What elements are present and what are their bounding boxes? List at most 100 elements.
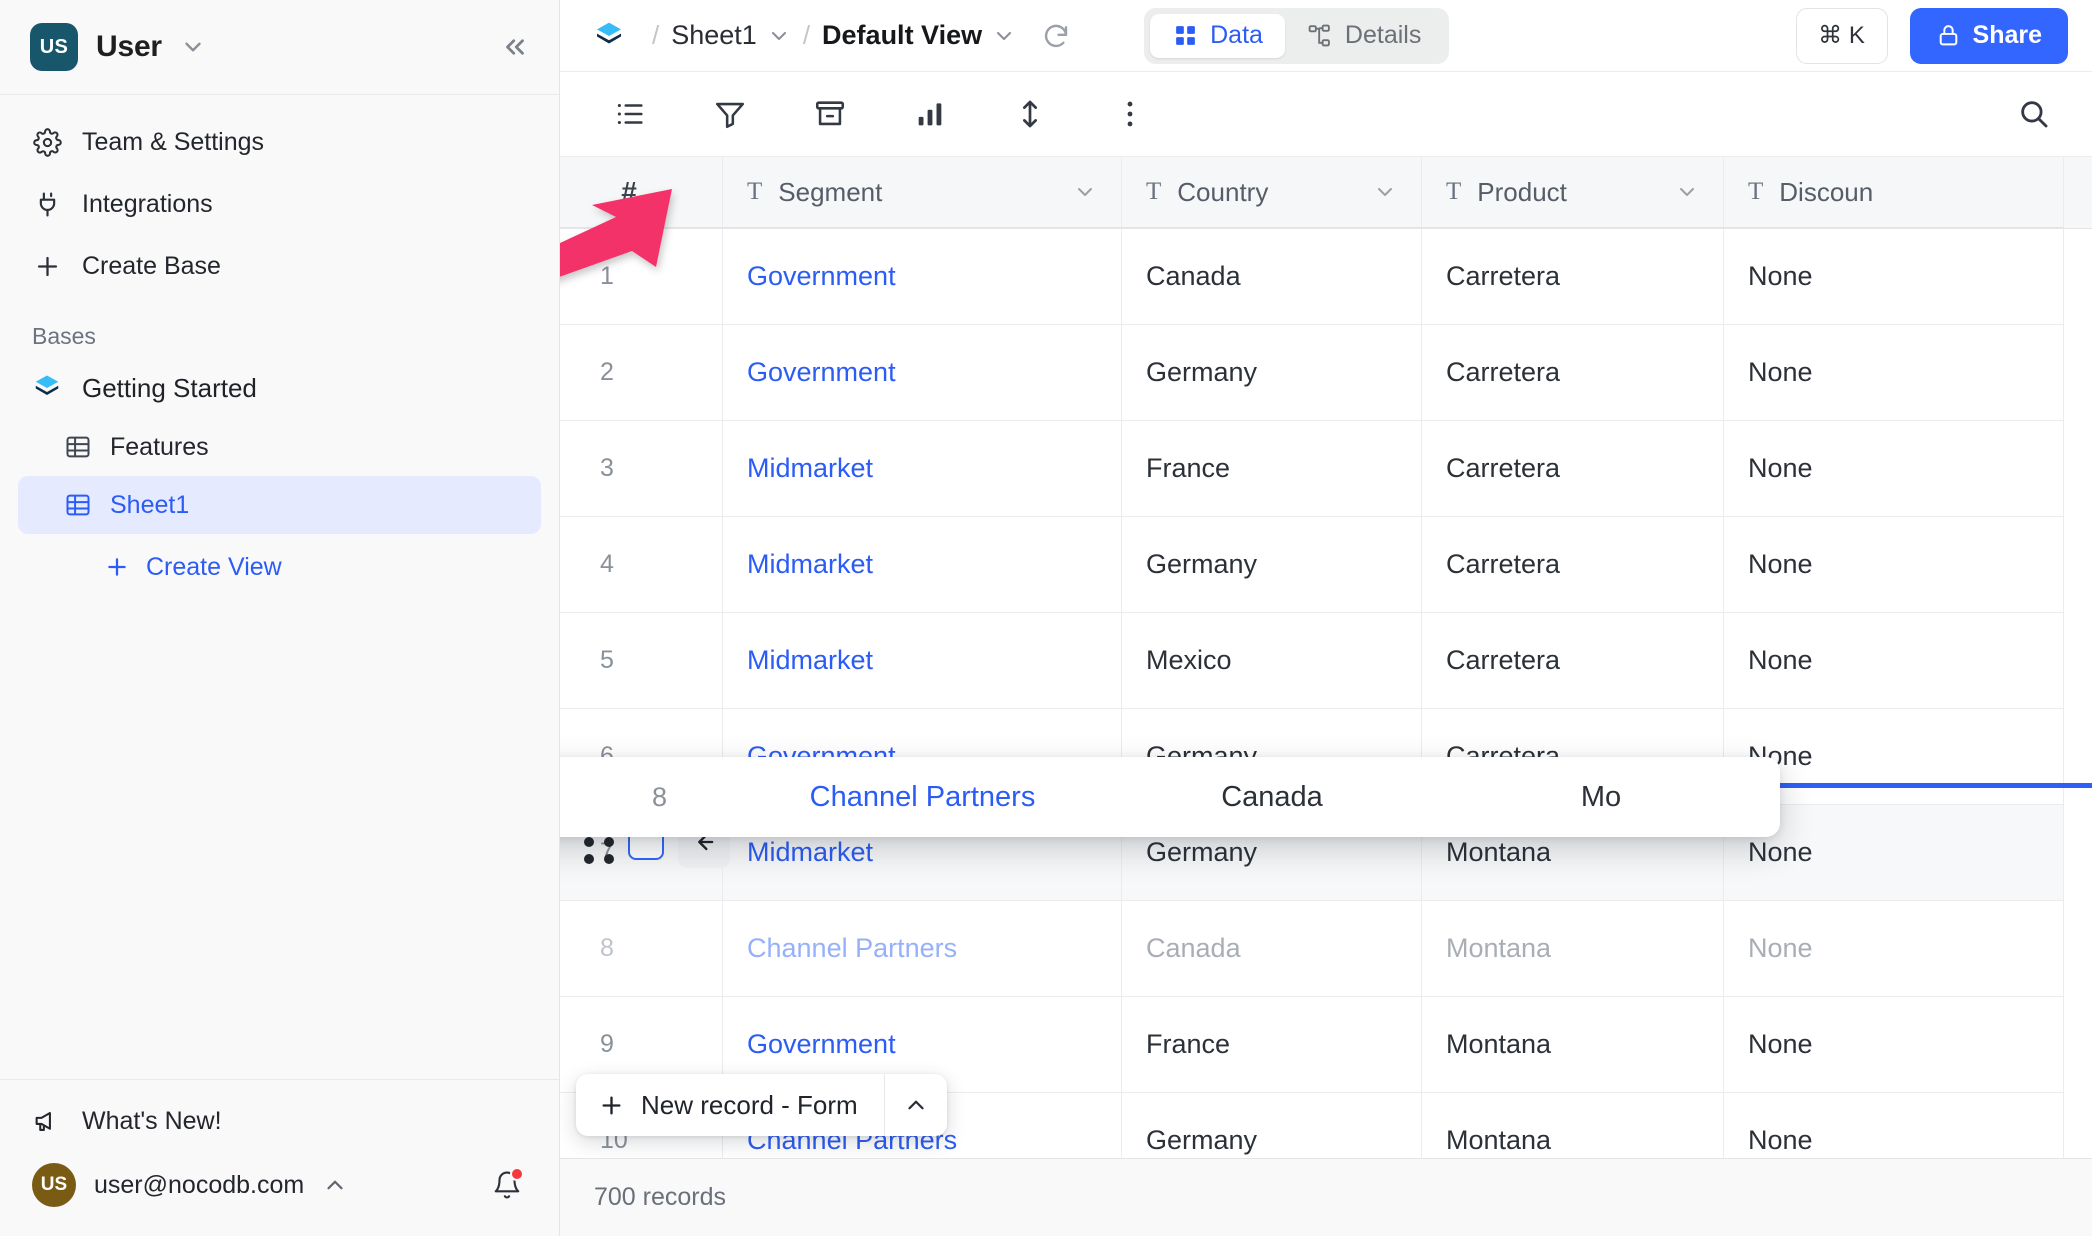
cell-country[interactable]: Canada	[1122, 229, 1422, 325]
cell-segment[interactable]: Midmarket	[723, 517, 1122, 613]
breadcrumb-view-label: Default View	[822, 20, 983, 50]
cell-segment[interactable]: Government	[723, 325, 1122, 421]
fields-list-icon[interactable]	[596, 86, 664, 142]
grid-container[interactable]: # T Segment T Country T Product T Discou…	[560, 157, 2092, 1158]
cell-country[interactable]: France	[1122, 997, 1422, 1093]
lock-icon	[1936, 23, 1961, 48]
cell-discount[interactable]: None	[1724, 229, 2064, 325]
table-row[interactable]: 5 Midmarket Mexico Carretera None	[560, 613, 2092, 709]
base-item-getting-started[interactable]: Getting Started	[18, 358, 541, 418]
column-header-discount[interactable]: T Discoun	[1724, 157, 2064, 228]
gear-icon	[32, 127, 62, 157]
collapse-sidebar-button[interactable]	[497, 29, 533, 65]
nodes-icon	[1307, 23, 1333, 49]
filter-icon[interactable]	[696, 86, 764, 142]
cell-product[interactable]: Montana	[1422, 901, 1724, 997]
column-header-product[interactable]: T Product	[1422, 157, 1724, 228]
cell-segment[interactable]: Midmarket	[723, 421, 1122, 517]
cell-discount[interactable]: None	[1724, 517, 2064, 613]
tab-details[interactable]: Details	[1285, 14, 1443, 58]
cell-discount[interactable]: None	[1724, 325, 2064, 421]
cell-segment[interactable]: Midmarket	[723, 613, 1122, 709]
cell-discount[interactable]: None	[1724, 997, 2064, 1093]
cell-country[interactable]: Mexico	[1122, 613, 1422, 709]
reload-icon[interactable]	[1038, 18, 1074, 54]
cell-product[interactable]: Carretera	[1422, 613, 1724, 709]
tab-label: Details	[1344, 21, 1422, 49]
chevron-down-icon[interactable]	[180, 34, 206, 60]
grid-header-row: # T Segment T Country T Product T Discou…	[560, 157, 2092, 229]
chevron-down-icon[interactable]	[767, 24, 791, 48]
cell-product[interactable]: Carretera	[1422, 325, 1724, 421]
bar-chart-icon[interactable]	[896, 86, 964, 142]
cell-product[interactable]: Montana	[1422, 997, 1724, 1093]
dragged-row-number: 8	[652, 781, 668, 812]
cell-country[interactable]: Canada	[1122, 901, 1422, 997]
base-label: Getting Started	[82, 372, 257, 403]
dragged-row-segment: Channel Partners	[809, 780, 1036, 813]
workspace-avatar: US	[30, 23, 78, 71]
whats-new-button[interactable]: What's New!	[18, 1090, 541, 1152]
cell-segment[interactable]: Channel Partners	[723, 901, 1122, 997]
create-view-button[interactable]: Create View	[18, 538, 541, 596]
dragged-row-country: Canada	[1221, 780, 1323, 813]
breadcrumb-view[interactable]: Default View	[822, 20, 1016, 51]
breadcrumb-table[interactable]: Sheet1	[671, 20, 791, 51]
notification-dot	[510, 1167, 524, 1181]
cell-country[interactable]: Germany	[1122, 325, 1422, 421]
share-button[interactable]: Share	[1909, 7, 2068, 64]
cell-product[interactable]: Carretera	[1422, 517, 1724, 613]
search-icon[interactable]	[2000, 86, 2068, 142]
base-cube-icon	[32, 373, 62, 403]
sidebar-table-features[interactable]: Features	[18, 418, 541, 476]
table-row[interactable]: 1 Government Canada Carretera None	[560, 229, 2092, 325]
sidebar-item-team-settings[interactable]: Team & Settings	[18, 111, 541, 173]
row-height-icon[interactable]	[996, 86, 1064, 142]
workspace-header[interactable]: US User	[0, 0, 559, 95]
cell-discount[interactable]: None	[1724, 421, 2064, 517]
chevron-down-icon[interactable]	[1373, 180, 1397, 204]
chevron-up-icon[interactable]	[322, 1172, 348, 1198]
chevron-down-icon[interactable]	[992, 24, 1016, 48]
view-mode-tabs: Data Details	[1144, 7, 1450, 64]
notifications-button[interactable]	[487, 1165, 527, 1205]
cell-product[interactable]: Carretera	[1422, 229, 1724, 325]
dragged-row-card[interactable]: 8 Channel Partners Canada Mo	[560, 757, 1780, 837]
cmdk-label: ⌘ K	[1818, 22, 1865, 49]
tab-data[interactable]: Data	[1150, 13, 1285, 58]
share-label: Share	[1972, 21, 2042, 49]
column-header-country[interactable]: T Country	[1122, 157, 1422, 228]
chevron-down-icon[interactable]	[1073, 180, 1097, 204]
table-row[interactable]: 3 Midmarket France Carretera None	[560, 421, 2092, 517]
chevron-down-icon[interactable]	[1675, 180, 1699, 204]
cell-country[interactable]: France	[1122, 421, 1422, 517]
cell-segment[interactable]: Government	[723, 229, 1122, 325]
table-row[interactable]: 4 Midmarket Germany Carretera None	[560, 517, 2092, 613]
new-record-button[interactable]: New record - Form	[576, 1074, 947, 1136]
command-palette-button[interactable]: ⌘ K	[1795, 7, 1888, 64]
table-row[interactable]: 8 Channel Partners Canada Montana None	[560, 901, 2092, 997]
more-vertical-icon[interactable]	[1096, 86, 1164, 142]
cell-discount[interactable]: None	[1724, 1093, 2064, 1158]
cell-product[interactable]: Carretera	[1422, 421, 1724, 517]
base-cube-icon	[592, 19, 626, 53]
sidebar-item-integrations[interactable]: Integrations	[18, 173, 541, 235]
breadcrumb-separator: /	[802, 20, 811, 50]
user-account-row[interactable]: US user@nocodb.com	[18, 1152, 541, 1218]
top-bar: / Sheet1 / Default View Data Details ⌘ K…	[560, 0, 2092, 72]
table-row[interactable]: 2 Government Germany Carretera None	[560, 325, 2092, 421]
group-box-icon[interactable]	[796, 86, 864, 142]
sidebar-table-sheet1[interactable]: Sheet1	[18, 476, 541, 534]
cell-discount[interactable]: None	[1724, 901, 2064, 997]
new-record-main[interactable]: New record - Form	[576, 1074, 884, 1136]
sidebar-item-create-base[interactable]: Create Base	[18, 235, 541, 297]
chevron-up-icon[interactable]	[885, 1074, 947, 1136]
cell-discount[interactable]: None	[1724, 613, 2064, 709]
cell-product[interactable]: Montana	[1422, 1093, 1724, 1158]
column-header-label: Product	[1477, 176, 1567, 207]
column-header-segment[interactable]: T Segment	[723, 157, 1122, 228]
cell-country[interactable]: Germany	[1122, 517, 1422, 613]
cell-country[interactable]: Germany	[1122, 1093, 1422, 1158]
sidebar-table-label: Features	[110, 432, 209, 461]
bases-section-label: Bases	[32, 323, 96, 349]
